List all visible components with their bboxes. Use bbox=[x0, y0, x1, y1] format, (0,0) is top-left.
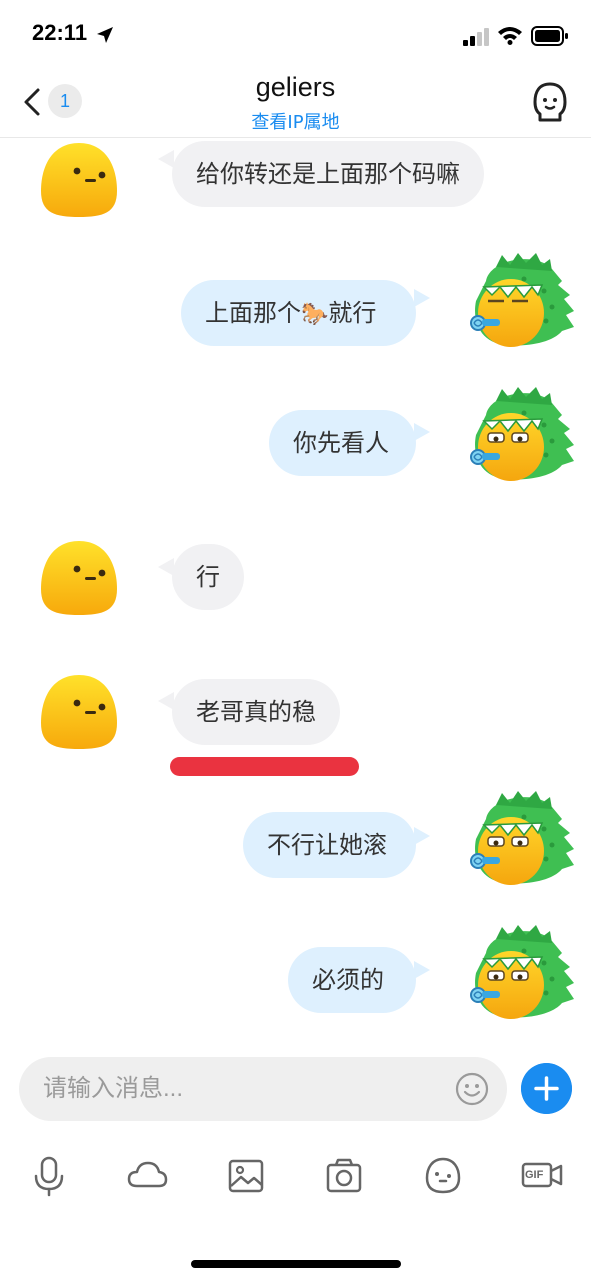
cellular-signal-icon bbox=[463, 28, 489, 46]
home-indicator bbox=[191, 1260, 401, 1268]
microphone-icon[interactable] bbox=[27, 1154, 71, 1198]
location-arrow-icon bbox=[97, 27, 113, 43]
contact-avatar[interactable] bbox=[33, 667, 125, 759]
gif-button[interactable]: GIF bbox=[520, 1154, 564, 1198]
outgoing-message-bubble[interactable]: 不行让她滚 bbox=[243, 812, 416, 878]
bubble-tail bbox=[414, 289, 430, 307]
battery-icon bbox=[531, 26, 568, 46]
outgoing-message-bubble[interactable]: 你先看人 bbox=[269, 410, 416, 476]
message-list[interactable]: 给你转还是上面那个码嘛 上面那个🐎就行 你先看人 行 老哥真的稳 不行让她滚 必… bbox=[0, 139, 591, 1044]
incoming-message-bubble[interactable]: 老哥真的稳 bbox=[172, 679, 340, 745]
status-bar: 22:11 bbox=[0, 0, 591, 70]
chat-title: geliers bbox=[255, 72, 336, 102]
my-avatar[interactable] bbox=[466, 385, 576, 485]
gif-label: GIF bbox=[525, 1169, 544, 1181]
message-text: 上面那个 bbox=[205, 299, 301, 327]
wifi-icon bbox=[498, 27, 522, 45]
sticker-icon[interactable] bbox=[421, 1154, 465, 1198]
cloud-icon[interactable] bbox=[125, 1154, 169, 1198]
bubble-tail bbox=[414, 961, 430, 979]
profile-icon[interactable] bbox=[530, 80, 570, 124]
emoji-icon[interactable] bbox=[455, 1072, 489, 1106]
message-text: 就行 bbox=[328, 299, 377, 327]
bubble-tail bbox=[158, 150, 174, 168]
message-input-bar bbox=[19, 1057, 507, 1121]
my-avatar[interactable] bbox=[466, 251, 576, 351]
chat-header: 1 geliers 查看IP属地 bbox=[0, 70, 591, 138]
image-icon[interactable] bbox=[224, 1154, 268, 1198]
red-annotation-underline bbox=[170, 757, 359, 776]
incoming-message-bubble[interactable]: 给你转还是上面那个码嘛 bbox=[172, 141, 484, 207]
plus-icon[interactable] bbox=[521, 1063, 572, 1114]
horse-emoji: 🐎 bbox=[301, 302, 329, 327]
contact-avatar[interactable] bbox=[33, 533, 125, 625]
outgoing-message-bubble[interactable]: 必须的 bbox=[288, 947, 416, 1013]
bubble-tail bbox=[414, 827, 430, 845]
status-time: 22:11 bbox=[32, 20, 88, 45]
outgoing-message-bubble[interactable]: 上面那个🐎就行 bbox=[181, 280, 416, 346]
bubble-tail bbox=[414, 423, 430, 441]
my-avatar[interactable] bbox=[466, 923, 576, 1023]
contact-avatar[interactable] bbox=[33, 139, 125, 227]
incoming-message-bubble[interactable]: 行 bbox=[172, 544, 244, 610]
my-avatar[interactable] bbox=[466, 789, 576, 889]
view-ip-location-link[interactable]: 查看IP属地 bbox=[0, 108, 591, 134]
message-input[interactable] bbox=[43, 1057, 443, 1121]
camera-icon[interactable] bbox=[322, 1154, 366, 1198]
